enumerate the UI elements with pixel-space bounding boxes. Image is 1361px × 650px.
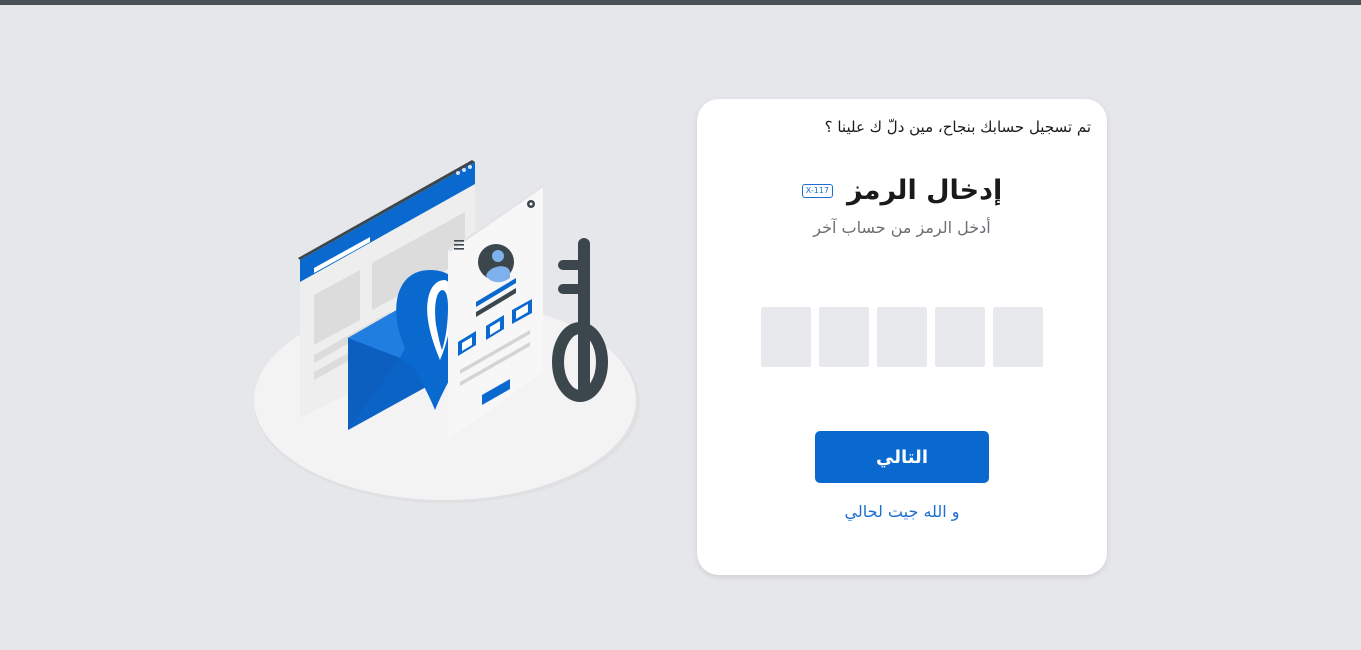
subtitle: أدخل الرمز من حساب آخر xyxy=(813,218,991,237)
success-notice: تم تسجيل حسابك بنجاح، مين دلّ ك علينا ؟ xyxy=(824,118,1091,136)
code-digit-2[interactable] xyxy=(819,307,869,367)
code-badge-icon: X-117 xyxy=(801,183,833,198)
key-icon xyxy=(552,238,608,402)
login-illustration xyxy=(250,150,650,510)
code-input-group xyxy=(761,307,1043,367)
came-alone-link[interactable]: و الله جيت لحالي xyxy=(697,502,1107,521)
code-digit-4[interactable] xyxy=(935,307,985,367)
code-digit-3[interactable] xyxy=(877,307,927,367)
top-bar xyxy=(0,0,1361,5)
menu-icon xyxy=(454,240,464,250)
title-row: إدخال الرمز X-117 xyxy=(697,175,1107,206)
gear-icon xyxy=(527,200,535,208)
next-button[interactable]: التالي xyxy=(815,431,989,483)
code-digit-1[interactable] xyxy=(761,307,811,367)
verification-card: تم تسجيل حسابك بنجاح، مين دلّ ك علينا ؟ … xyxy=(697,99,1107,575)
code-digit-5[interactable] xyxy=(993,307,1043,367)
page-title: إدخال الرمز xyxy=(847,175,1003,206)
